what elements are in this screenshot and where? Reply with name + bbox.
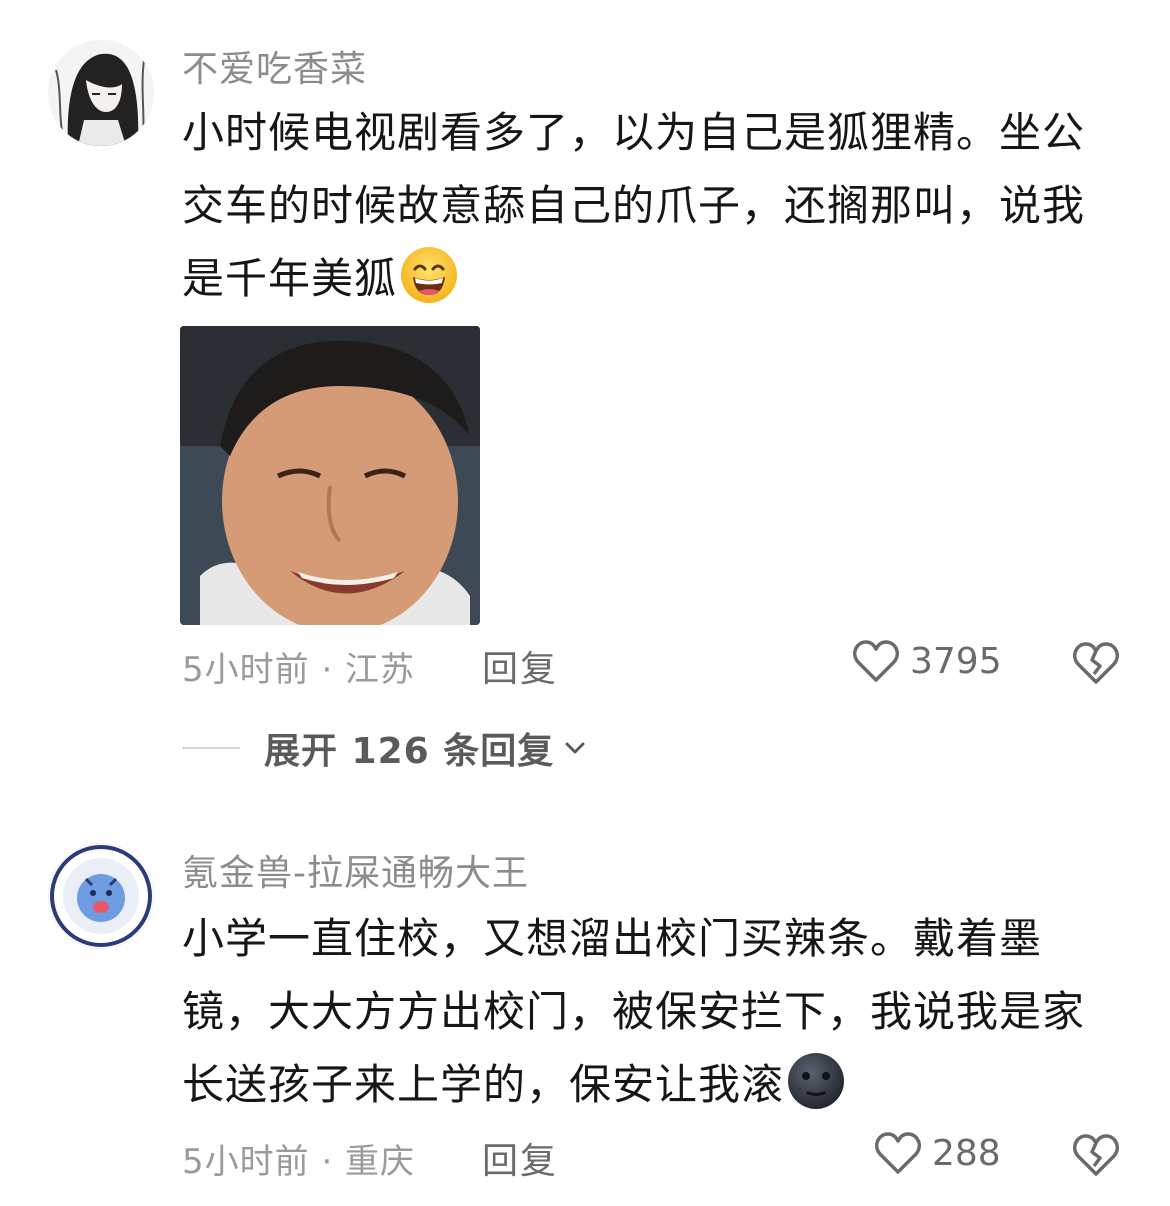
broken-heart-icon: [1073, 1134, 1119, 1176]
comment-text-line-content: 长送孩子来上学的，保安让我滚: [182, 1060, 785, 1109]
like-count: 288: [932, 1132, 1001, 1174]
reply-button[interactable]: 回复: [482, 1132, 558, 1184]
heart-icon: [875, 1132, 921, 1174]
comment-text-line: 小学一直住校，又想溜出校门买辣条。戴着墨: [182, 914, 1043, 963]
dislike-button[interactable]: [1072, 1132, 1120, 1178]
user-avatar[interactable]: [48, 843, 154, 949]
like-button[interactable]: 288: [874, 1130, 1001, 1176]
comment-item: 氪金兽-拉屎通畅大王 小学一直住校，又想溜出校门买辣条。戴着墨 镜，大大方方出校…: [0, 0, 1170, 1206]
comment-text-line: 镜，大大方方出校门，被保安拦下，我说我是家: [182, 987, 1086, 1036]
monster-badge-avatar-icon: [49, 844, 153, 948]
comment-text: 小学一直住校，又想溜出校门买辣条。戴着墨 镜，大大方方出校门，被保安拦下，我说我…: [182, 902, 1112, 1121]
comment-text-line: 长送孩子来上学的，保安让我滚: [182, 1048, 1112, 1121]
username[interactable]: 氪金兽-拉屎通畅大王: [182, 844, 529, 896]
time-location: 5小时前 · 重庆: [182, 1142, 416, 1182]
dark-moon-face-emoji-icon: [786, 1051, 846, 1111]
